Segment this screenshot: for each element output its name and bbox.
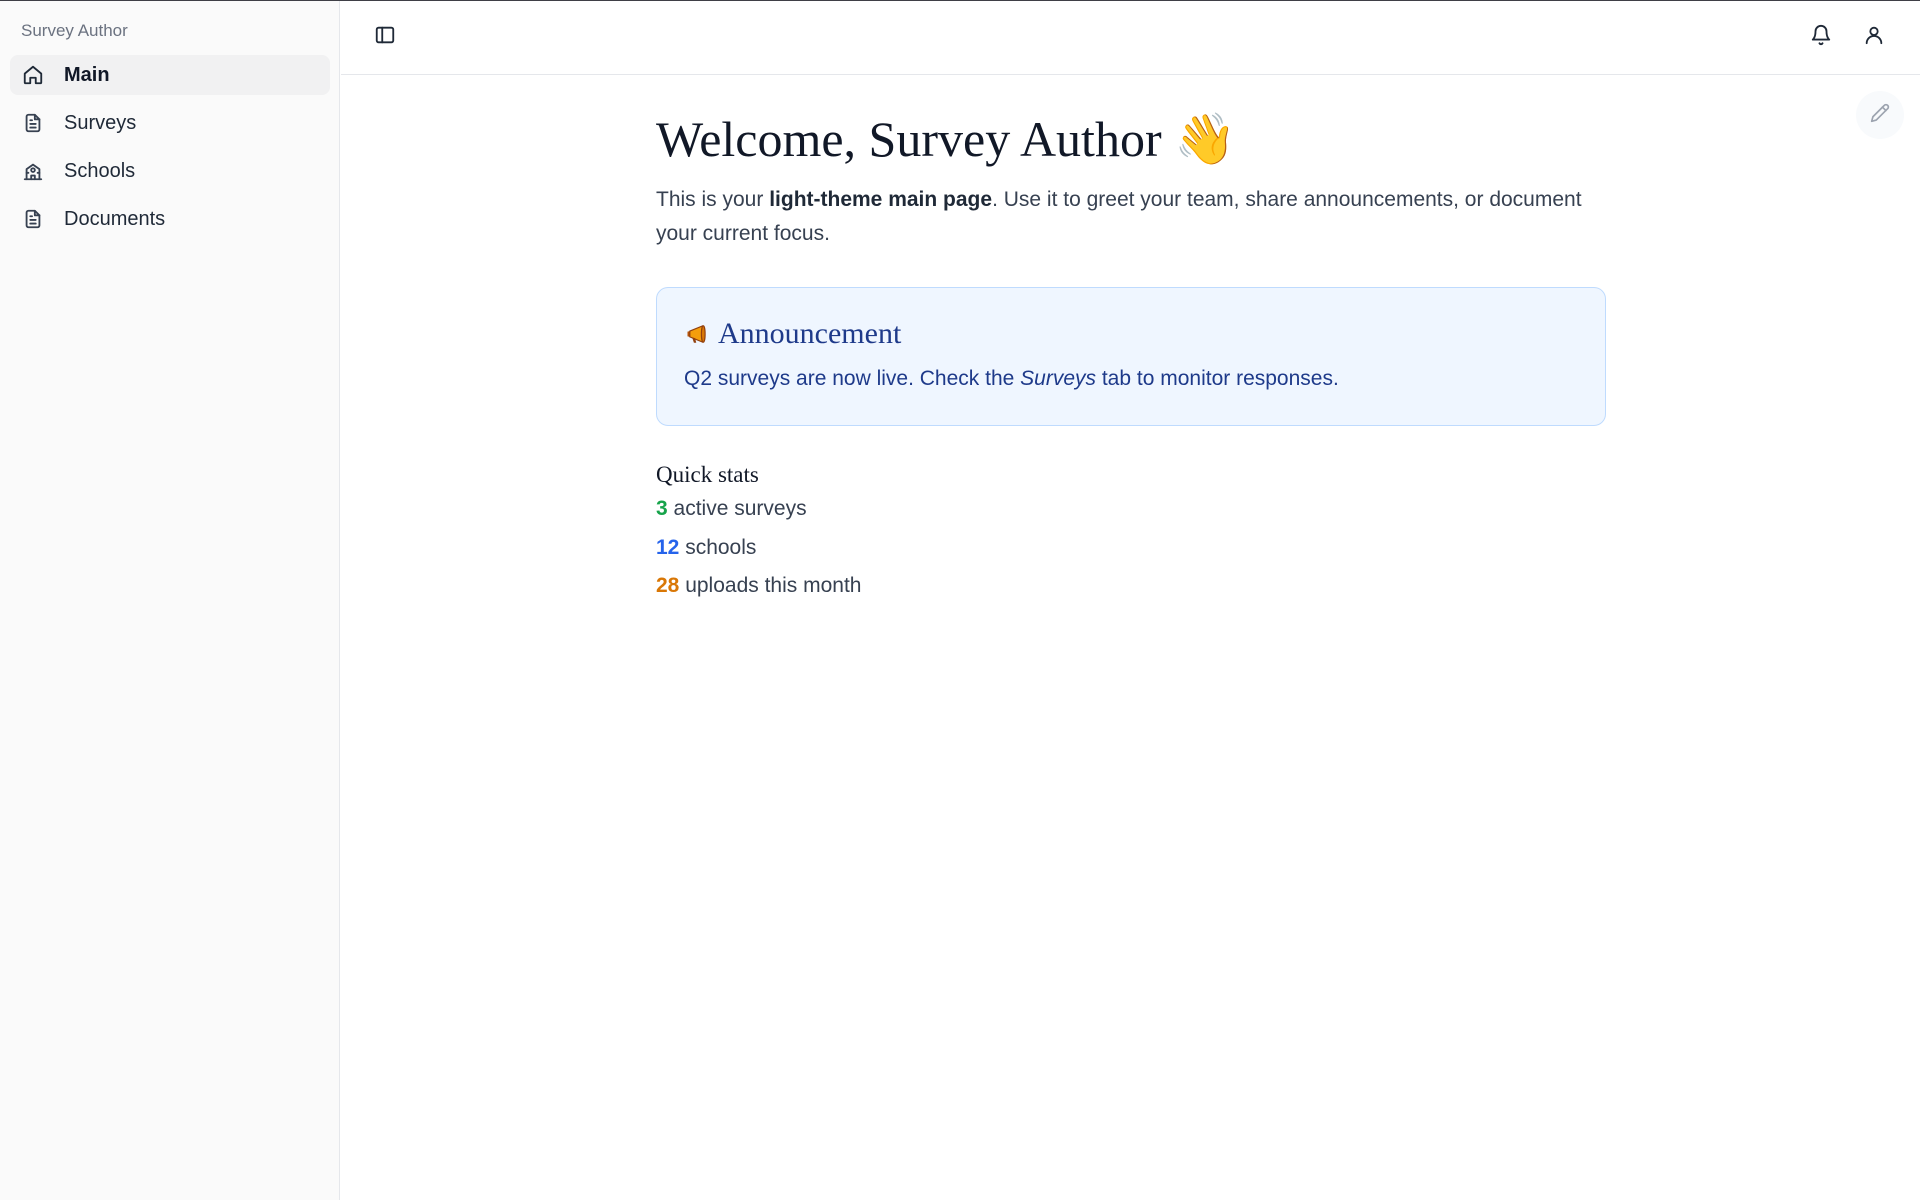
main-content: Welcome, Survey Author 👋 This is your li… [656, 101, 1606, 606]
announcement-surveys-emphasis: Surveys [1020, 367, 1097, 390]
intro-text-start: This is your [656, 188, 770, 211]
sidebar-toggle-icon [374, 24, 396, 51]
sidebar-item-surveys[interactable]: Surveys [10, 103, 330, 143]
announcement-text: Q2 surveys are now live. Check the Surve… [684, 364, 1578, 394]
page-title: Welcome, Survey Author 👋 [656, 109, 1606, 169]
announcement-title-text: Announcement [718, 317, 902, 350]
sidebar-toggle-button[interactable] [367, 19, 403, 55]
home-icon [22, 64, 44, 86]
sidebar-item-main[interactable]: Main [10, 55, 330, 95]
sidebar-item-documents[interactable]: Documents [10, 199, 330, 239]
announcement-text-start: Q2 surveys are now live. Check the [684, 367, 1021, 390]
pencil-icon [1870, 103, 1890, 128]
document-icon [22, 112, 44, 134]
stat-active-surveys: 3 active surveys [656, 490, 1606, 529]
page-title-text: Welcome, Survey Author [656, 111, 1162, 167]
megaphone-icon [684, 320, 712, 348]
sidebar-title: Survey Author [21, 21, 128, 40]
user-icon [1863, 24, 1885, 51]
stat-value: 28 [656, 574, 680, 597]
stat-uploads: 28 uploads this month [656, 567, 1606, 606]
app-window: Survey Author Main Surveys Schools Docum… [0, 0, 1920, 1200]
intro-paragraph: This is your light-theme main page. Use … [656, 183, 1606, 251]
stat-label: uploads this month [679, 574, 862, 597]
sidebar-item-label: Schools [64, 159, 136, 182]
account-button[interactable] [1856, 19, 1892, 55]
stat-value: 3 [656, 497, 668, 520]
bell-icon [1810, 24, 1832, 51]
notifications-button[interactable] [1803, 19, 1839, 55]
sidebar-item-label: Surveys [64, 111, 137, 134]
document-icon [22, 208, 44, 230]
stat-label: active surveys [667, 497, 807, 520]
sidebar-item-label: Main [64, 63, 110, 86]
announcement-callout: Announcement Q2 surveys are now live. Ch… [656, 287, 1606, 426]
sidebar-item-schools[interactable]: Schools [10, 151, 330, 191]
sidebar: Survey Author Main Surveys Schools Docum… [0, 1, 340, 1200]
top-bar [341, 1, 1920, 75]
school-icon [22, 160, 44, 182]
sidebar-item-label: Documents [64, 207, 166, 230]
sidebar-nav: Main Surveys Schools Documents [10, 55, 330, 247]
stat-label: schools [679, 535, 757, 559]
announcement-title: Announcement [684, 316, 1578, 352]
wave-emoji: 👋 [1174, 111, 1237, 167]
intro-bold-text: light-theme main page [769, 188, 993, 211]
stat-schools: 12 schools [656, 529, 1606, 568]
quick-stats-heading: Quick stats [656, 462, 759, 487]
announcement-text-end: tab to monitor responses. [1096, 367, 1339, 390]
edit-page-button[interactable] [1856, 91, 1904, 139]
stat-value: 12 [656, 535, 680, 559]
